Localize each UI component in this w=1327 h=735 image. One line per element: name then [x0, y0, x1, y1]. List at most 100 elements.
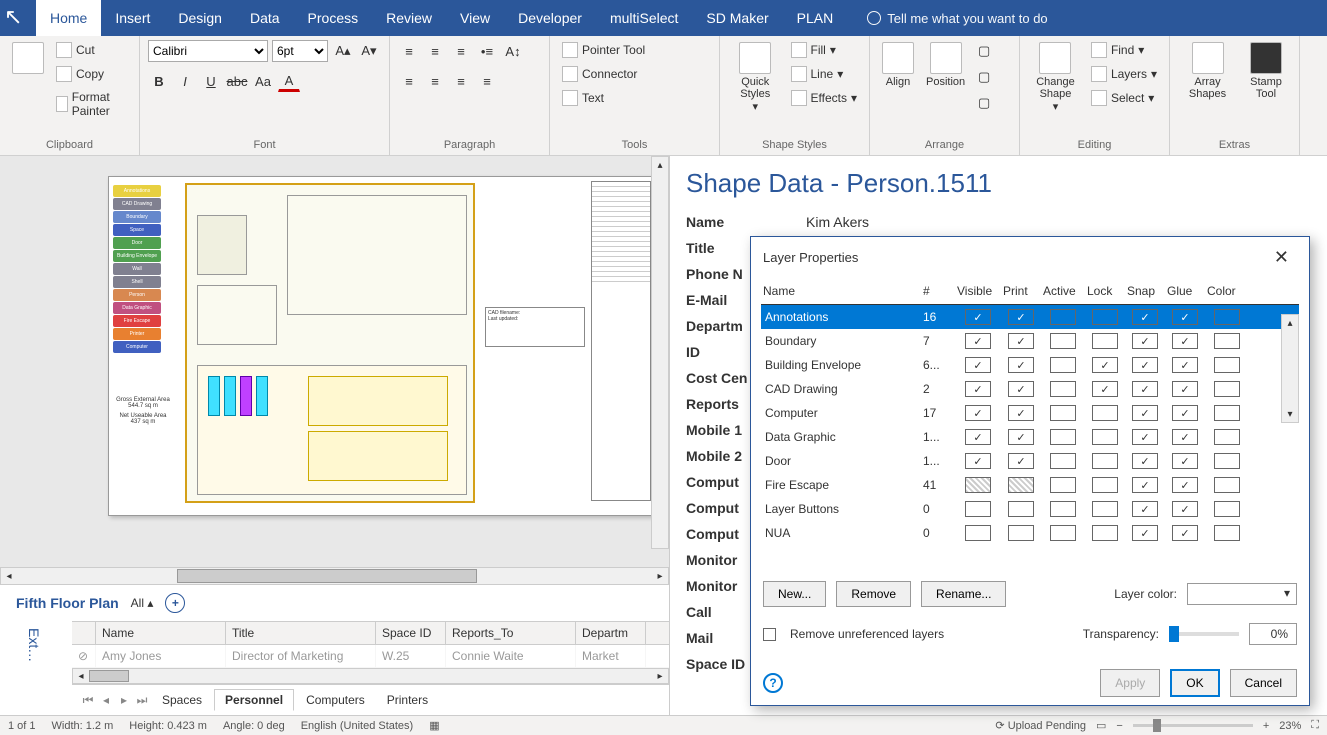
layer-checkbox[interactable]: ✓: [965, 309, 991, 325]
status-page[interactable]: 1 of 1: [8, 720, 36, 732]
scroll-left-button[interactable]: ◂: [1, 568, 17, 584]
layer-checkbox[interactable]: ✓: [1172, 405, 1198, 421]
sheet-nav-next[interactable]: ▸: [116, 693, 132, 707]
layer-checkbox[interactable]: ✓: [1172, 357, 1198, 373]
legend-item[interactable]: Building Envelope: [113, 250, 161, 262]
hscroll-thumb[interactable]: [177, 569, 477, 583]
layer-checkbox[interactable]: ✓: [1172, 453, 1198, 469]
align-button[interactable]: Align: [878, 40, 918, 90]
pointer-tool-button[interactable]: Pointer Tool: [558, 40, 649, 60]
layer-checkbox[interactable]: ✓: [965, 357, 991, 373]
table-row[interactable]: ⊘ Amy Jones Director of Marketing W.25 C…: [72, 645, 669, 668]
layer-checkbox[interactable]: ✓: [1132, 309, 1158, 325]
layer-checkbox[interactable]: [1092, 525, 1118, 541]
group-button[interactable]: ▢: [973, 92, 995, 114]
shape-data-row[interactable]: NameKim Akers: [686, 209, 1311, 235]
upload-status[interactable]: ⟳ Upload Pending: [995, 719, 1086, 732]
tab-sdmaker[interactable]: SD Maker: [692, 0, 782, 36]
tab-home[interactable]: Home: [36, 0, 101, 36]
send-back-button[interactable]: ▢: [973, 66, 995, 88]
layer-row[interactable]: Door1...✓✓✓✓: [761, 449, 1299, 473]
layer-row[interactable]: Fire Escape41✓✓: [761, 473, 1299, 497]
layer-row[interactable]: Layer Buttons0✓✓: [761, 497, 1299, 521]
legend-item[interactable]: Computer: [113, 341, 161, 353]
layer-checkbox[interactable]: ✓: [1172, 525, 1198, 541]
layer-checkbox[interactable]: [1008, 525, 1034, 541]
change-shape-button[interactable]: Change Shape ▾: [1028, 40, 1083, 115]
layer-checkbox[interactable]: [1092, 333, 1118, 349]
layer-checkbox[interactable]: ✓: [965, 429, 991, 445]
layer-checkbox[interactable]: ✓: [1132, 405, 1158, 421]
bullets-button[interactable]: •≡: [476, 40, 498, 62]
grow-font-button[interactable]: A▴: [332, 40, 354, 62]
layer-checkbox[interactable]: [1050, 381, 1076, 397]
effects-button[interactable]: Effects ▾: [787, 88, 862, 108]
font-color-button[interactable]: A: [278, 70, 300, 92]
layer-checkbox[interactable]: ✓: [1172, 333, 1198, 349]
bring-front-button[interactable]: ▢: [973, 40, 995, 62]
bold-button[interactable]: B: [148, 70, 170, 92]
layer-checkbox[interactable]: ✓: [1008, 453, 1034, 469]
layer-checkbox[interactable]: [1050, 477, 1076, 493]
legend-item[interactable]: CAD Drawing: [113, 198, 161, 210]
select-button[interactable]: Select ▾: [1087, 88, 1161, 108]
remove-unref-checkbox[interactable]: [763, 628, 776, 641]
help-icon[interactable]: ?: [763, 673, 783, 693]
layer-checkbox[interactable]: ✓: [1132, 453, 1158, 469]
fit-page-button[interactable]: ⛶: [1311, 719, 1319, 732]
layer-checkbox[interactable]: [965, 501, 991, 517]
layer-checkbox[interactable]: ✓: [965, 453, 991, 469]
sheet-nav-first[interactable]: ⏮: [80, 693, 96, 708]
layer-row[interactable]: CAD Drawing2✓✓✓✓✓: [761, 377, 1299, 401]
layer-checkbox[interactable]: ✓: [1172, 309, 1198, 325]
layer-checkbox[interactable]: ✓: [1008, 381, 1034, 397]
sheet-tab-spaces[interactable]: Spaces: [152, 690, 212, 710]
legend-item[interactable]: Printer: [113, 328, 161, 340]
layer-checkbox[interactable]: [1050, 333, 1076, 349]
layer-checkbox[interactable]: [1092, 501, 1118, 517]
legend-item[interactable]: Annotations: [113, 185, 161, 197]
layer-checkbox[interactable]: ✓: [1132, 381, 1158, 397]
layer-checkbox[interactable]: [1050, 429, 1076, 445]
sheet-tab-computers[interactable]: Computers: [296, 690, 375, 710]
col-name[interactable]: Name: [96, 622, 226, 644]
layer-checkbox[interactable]: [1214, 381, 1240, 397]
page-filter[interactable]: All ▴: [131, 596, 154, 610]
layer-checkbox[interactable]: ✓: [1132, 333, 1158, 349]
tab-review[interactable]: Review: [372, 0, 446, 36]
stamp-tool-button[interactable]: Stamp Tool: [1241, 40, 1291, 102]
legend-item[interactable]: Door: [113, 237, 161, 249]
grid-scroll-left[interactable]: ◂: [73, 668, 89, 684]
layer-checkbox[interactable]: [1214, 333, 1240, 349]
layer-checkbox[interactable]: ✓: [1132, 477, 1158, 493]
layer-checkbox[interactable]: [1214, 453, 1240, 469]
italic-button[interactable]: I: [174, 70, 196, 92]
layer-row[interactable]: Building Envelope6...✓✓✓✓✓: [761, 353, 1299, 377]
canvas-hscrollbar[interactable]: ◂ ▸: [0, 567, 669, 585]
layer-checkbox[interactable]: [965, 477, 991, 493]
zoom-out-button[interactable]: −: [1116, 720, 1122, 732]
layer-checkbox[interactable]: [1050, 357, 1076, 373]
col-spaceid[interactable]: Space ID: [376, 622, 446, 644]
align-middle-button[interactable]: ≡: [424, 40, 446, 62]
font-name-select[interactable]: Calibri: [148, 40, 268, 62]
legend-item[interactable]: Person: [113, 289, 161, 301]
copy-button[interactable]: Copy: [52, 64, 131, 84]
col-reports[interactable]: Reports_To: [446, 622, 576, 644]
layer-checkbox[interactable]: [1092, 309, 1118, 325]
layer-checkbox[interactable]: ✓: [965, 333, 991, 349]
tab-data[interactable]: Data: [236, 0, 294, 36]
tab-process[interactable]: Process: [294, 0, 373, 36]
layer-checkbox[interactable]: ✓: [1132, 429, 1158, 445]
layer-checkbox[interactable]: [1050, 453, 1076, 469]
layer-checkbox[interactable]: ✓: [1172, 429, 1198, 445]
layer-checkbox[interactable]: ✓: [1008, 429, 1034, 445]
cancel-button[interactable]: Cancel: [1230, 669, 1297, 697]
legend-item[interactable]: Fire Escape: [113, 315, 161, 327]
transparency-slider[interactable]: [1169, 632, 1239, 636]
layer-checkbox[interactable]: ✓: [1132, 357, 1158, 373]
tab-multiselect[interactable]: multiSelect: [596, 0, 692, 36]
strike-button[interactable]: abc: [226, 70, 248, 92]
scroll-up-button[interactable]: ▴: [652, 157, 668, 173]
layer-checkbox[interactable]: [1214, 357, 1240, 373]
